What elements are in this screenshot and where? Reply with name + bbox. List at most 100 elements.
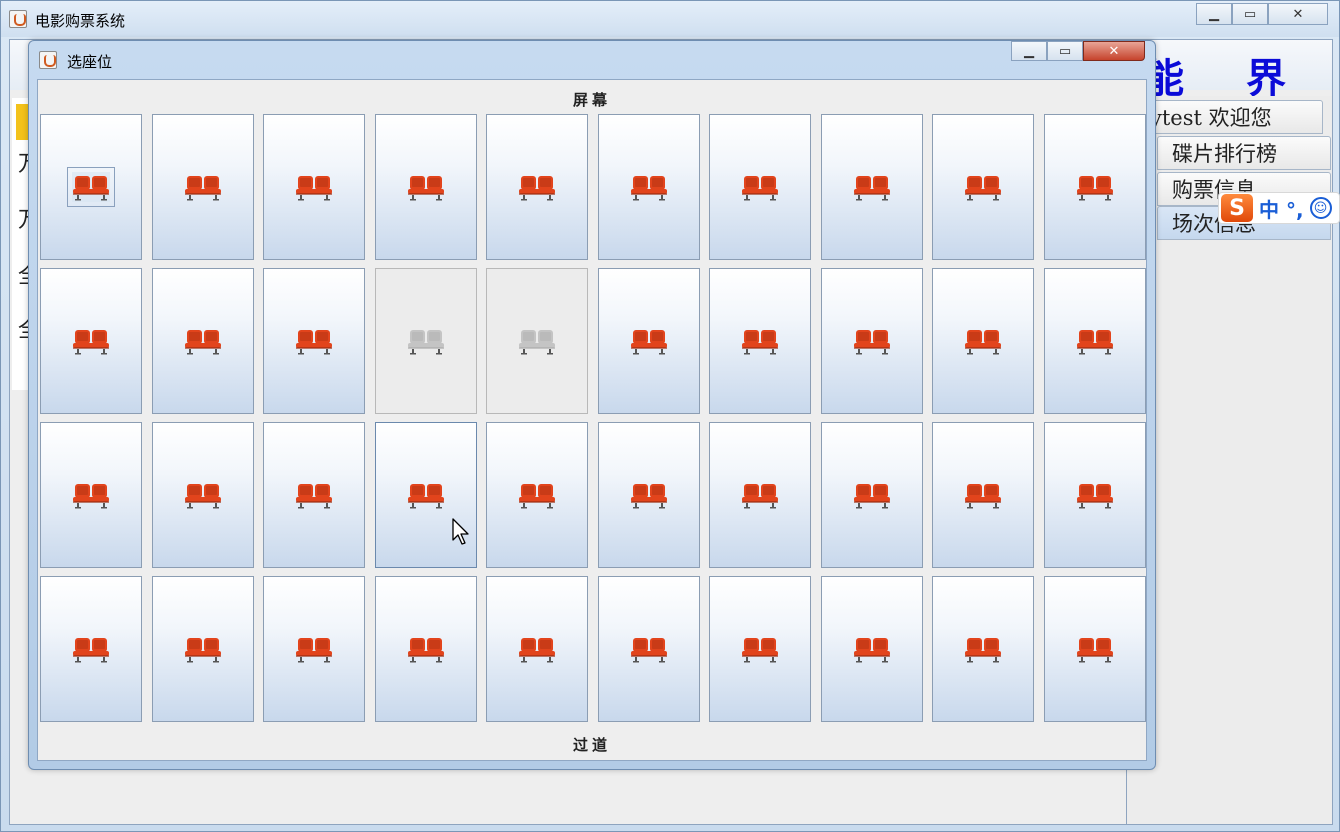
seat-icon <box>296 330 332 355</box>
seat-button[interactable] <box>1044 422 1146 568</box>
main-window-controls: ▁ ▭ ✕ <box>1196 3 1328 25</box>
seat-button[interactable] <box>821 268 923 414</box>
close-icon: ✕ <box>1108 43 1120 59</box>
seat-button[interactable] <box>263 114 365 260</box>
maximize-button[interactable]: ▭ <box>1232 3 1268 25</box>
seat-button[interactable] <box>40 114 142 260</box>
seat-button[interactable] <box>932 268 1034 414</box>
ime-mode-label[interactable]: 中 °, <box>1259 194 1304 223</box>
seat-button[interactable] <box>152 422 254 568</box>
seat-icon <box>408 176 444 201</box>
seat-button[interactable] <box>486 576 588 722</box>
seat-icon <box>1077 638 1113 663</box>
seat-button[interactable] <box>821 422 923 568</box>
seat-icon <box>185 638 221 663</box>
seat-button[interactable] <box>932 114 1034 260</box>
seat-icon <box>296 638 332 663</box>
tab-disc-ranking[interactable]: 碟片排行榜 <box>1157 136 1331 170</box>
seat-selection-dialog: 选座位 ▁ ▭ ✕ 屏幕 过道 <box>28 40 1156 770</box>
seat-button[interactable] <box>263 268 365 414</box>
seat-button[interactable] <box>40 576 142 722</box>
seat-icon <box>408 330 444 355</box>
seat-icon <box>631 330 667 355</box>
seat-button-sold[interactable] <box>375 268 477 414</box>
java-app-icon <box>39 51 57 69</box>
seat-icon <box>67 167 115 207</box>
seat-icon <box>854 176 890 201</box>
dialog-close-button[interactable]: ✕ <box>1083 41 1145 61</box>
seat-icon <box>1077 484 1113 509</box>
seat-button[interactable] <box>932 576 1034 722</box>
close-button[interactable]: ✕ <box>1268 3 1328 25</box>
seat-icon <box>185 176 221 201</box>
seat-icon <box>631 484 667 509</box>
seat-button[interactable] <box>40 268 142 414</box>
tab-welcome[interactable]: ytest 欢迎您 <box>1149 100 1323 134</box>
seat-icon <box>1077 330 1113 355</box>
seat-button[interactable] <box>709 268 811 414</box>
seat-icon <box>854 330 890 355</box>
main-titlebar[interactable]: 电影购票系统 ▁ ▭ ✕ <box>1 1 1339 37</box>
mouse-cursor-icon <box>452 518 469 545</box>
seat-button[interactable] <box>709 422 811 568</box>
seat-icon <box>519 638 555 663</box>
seat-button[interactable] <box>821 114 923 260</box>
seat-button[interactable] <box>709 114 811 260</box>
seat-icon <box>73 638 109 663</box>
emoji-icon[interactable]: ☺ <box>1309 197 1332 219</box>
maximize-icon: ▭ <box>1243 6 1257 22</box>
seat-icon <box>854 638 890 663</box>
seat-icon <box>73 484 109 509</box>
dialog-content: 屏幕 过道 <box>37 79 1147 761</box>
sogou-ime-icon[interactable]: S <box>1221 194 1253 222</box>
seat-button[interactable] <box>152 114 254 260</box>
seat-icon <box>73 330 109 355</box>
seat-button[interactable] <box>486 114 588 260</box>
seat-button[interactable] <box>375 114 477 260</box>
seat-icon <box>742 638 778 663</box>
seat-button-sold[interactable] <box>486 268 588 414</box>
seat-icon <box>1077 176 1113 201</box>
seat-button[interactable] <box>1044 114 1146 260</box>
seat-icon <box>185 330 221 355</box>
seat-icon <box>408 484 444 509</box>
seat-grid <box>40 114 1148 726</box>
seat-icon <box>519 330 555 355</box>
seat-button[interactable] <box>598 268 700 414</box>
java-app-icon <box>9 10 27 28</box>
seat-button[interactable] <box>1044 268 1146 414</box>
seat-button[interactable] <box>709 576 811 722</box>
seat-button[interactable] <box>598 576 700 722</box>
ime-toolbar[interactable]: S 中 °, ☺ <box>1218 192 1340 224</box>
seat-button[interactable] <box>375 576 477 722</box>
seat-icon <box>519 176 555 201</box>
seat-button[interactable] <box>263 576 365 722</box>
seat-icon <box>185 484 221 509</box>
seat-button[interactable] <box>821 576 923 722</box>
dialog-window-controls: ▁ ▭ ✕ <box>1011 41 1145 61</box>
seat-button[interactable] <box>40 422 142 568</box>
close-icon: ✕ <box>1292 6 1304 22</box>
seat-button[interactable] <box>152 268 254 414</box>
screen-label: 屏幕 <box>572 91 611 109</box>
minimize-icon: ▁ <box>1024 43 1034 59</box>
seat-button[interactable] <box>932 422 1034 568</box>
dialog-title: 选座位 <box>67 53 113 71</box>
minimize-button[interactable]: ▁ <box>1196 3 1232 25</box>
seat-button[interactable] <box>375 422 477 568</box>
seat-icon <box>742 484 778 509</box>
dialog-minimize-button[interactable]: ▁ <box>1011 41 1047 61</box>
seat-icon <box>965 176 1001 201</box>
seat-icon <box>965 330 1001 355</box>
seat-button[interactable] <box>598 422 700 568</box>
seat-button[interactable] <box>486 422 588 568</box>
seat-icon <box>965 638 1001 663</box>
seat-icon <box>631 638 667 663</box>
seat-icon <box>408 638 444 663</box>
aisle-label: 过道 <box>572 736 611 754</box>
seat-button[interactable] <box>263 422 365 568</box>
seat-button[interactable] <box>1044 576 1146 722</box>
seat-button[interactable] <box>152 576 254 722</box>
seat-button[interactable] <box>598 114 700 260</box>
dialog-maximize-button[interactable]: ▭ <box>1047 41 1083 61</box>
